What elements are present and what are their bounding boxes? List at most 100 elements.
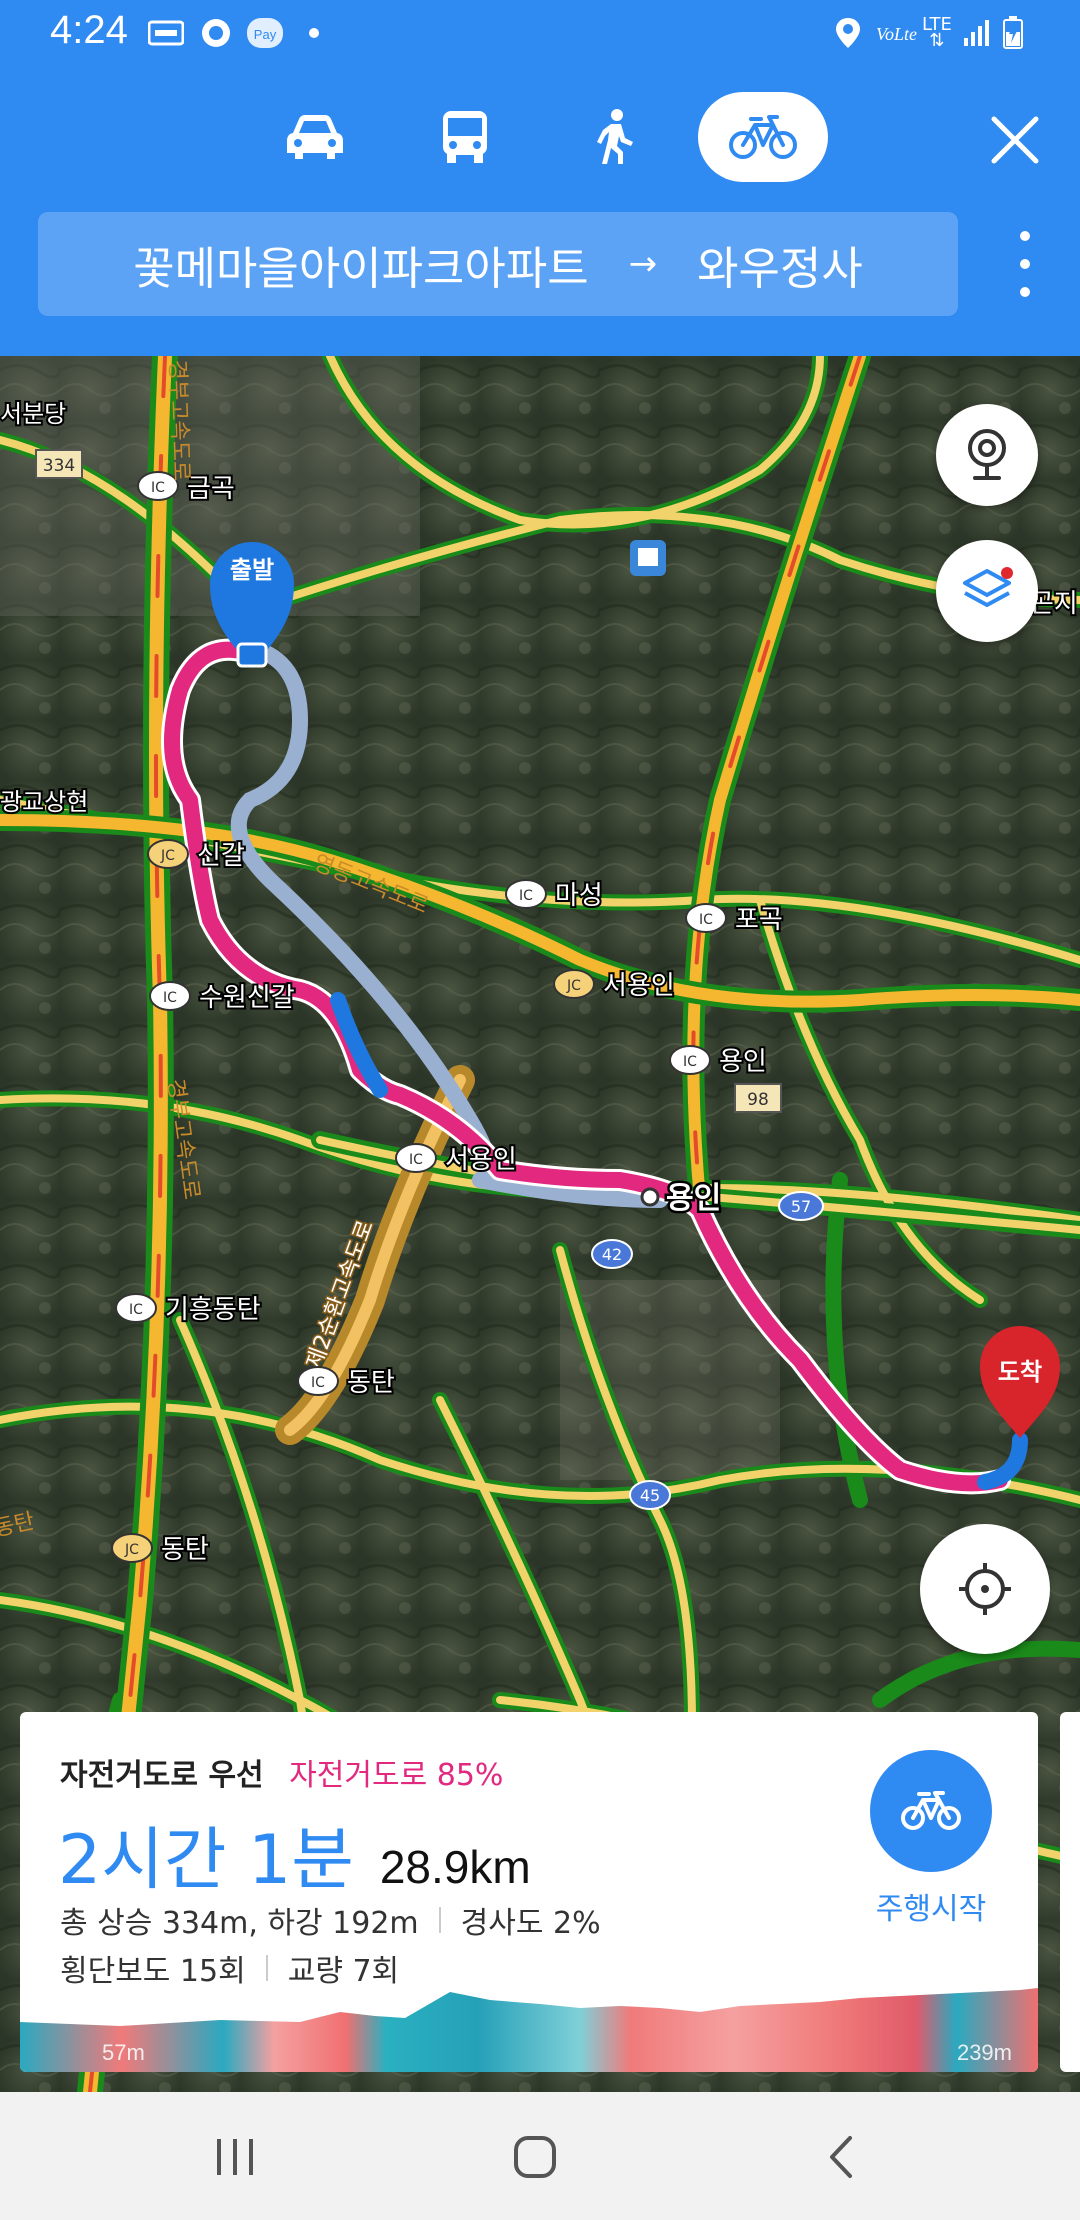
back-button[interactable] — [806, 2122, 876, 2192]
system-nav-bar — [0, 2092, 1080, 2220]
svg-text:IC: IC — [151, 480, 165, 496]
close-icon — [991, 116, 1039, 164]
svg-text:98: 98 — [747, 1090, 769, 1110]
label-gyeongbu-north: 경부고속도로 — [164, 359, 193, 481]
tab-bike[interactable] — [698, 92, 828, 182]
home-button[interactable] — [500, 2122, 570, 2192]
bus-icon — [443, 111, 487, 163]
route-334-shield: 334 — [35, 449, 83, 479]
bike-icon — [901, 1791, 961, 1830]
svg-text:334: 334 — [43, 456, 75, 476]
lte-indicator: LTE ⇅ — [922, 16, 952, 50]
start-ride-label[interactable]: 주행시작 — [840, 1884, 1022, 1928]
jc-seoyongin: JC 서용인 — [553, 969, 677, 1003]
layers-icon — [963, 567, 1013, 607]
svg-text:동탄: 동탄 — [347, 1368, 395, 1398]
svg-text:수원신갈: 수원신갈 — [199, 983, 295, 1013]
top-header: 4:24 Pay VoLte LTE ⇅ 꽃메마을아이파크아파트 → 와우정사 — [0, 0, 1080, 356]
transport-mode-tabs — [0, 92, 1080, 188]
notification-dot-icon — [308, 16, 320, 50]
recent-apps-icon — [217, 2139, 253, 2175]
route-arrow: → — [628, 244, 658, 284]
more-dot — [1020, 231, 1030, 241]
origin-label: 꽃메마을아이파크아파트 — [133, 241, 589, 295]
svg-text:45: 45 — [640, 1486, 660, 1505]
tab-walk[interactable] — [548, 92, 678, 182]
trip-duration: 2시간 1분 — [58, 1821, 354, 1900]
slope: 경사도 2% — [460, 1906, 601, 1941]
divider — [438, 1907, 441, 1933]
status-time: 4:24 — [50, 8, 128, 52]
volte-icon: VoLte — [874, 16, 920, 50]
jc-dongtan: JC 동탄 — [111, 1533, 211, 1567]
route-preference: 자전거도로 우선 — [60, 1758, 264, 1793]
trip-distance: 28.9km — [379, 1841, 531, 1893]
duration-row: 2시간 1분 28.9km — [58, 1804, 531, 1903]
svg-text:용인: 용인 — [719, 1047, 767, 1077]
walk-icon — [597, 109, 633, 164]
svg-text:IC: IC — [129, 1302, 143, 1318]
elevation-row: 총 상승 334m, 하강 192m 경사도 2% — [60, 1898, 601, 1942]
pay-icon: Pay — [246, 16, 284, 50]
label-gwanggyo: 광교상현 — [0, 788, 88, 816]
svg-text:57: 57 — [791, 1197, 811, 1216]
svg-text:JC: JC — [566, 978, 581, 994]
svg-text:42: 42 — [602, 1245, 622, 1264]
ic-suwon-singal: IC 수원신갈 — [149, 981, 297, 1015]
tab-car[interactable] — [250, 92, 380, 182]
start-ride-button[interactable] — [870, 1750, 992, 1872]
svg-text:도착: 도착 — [998, 1358, 1042, 1386]
signal-icon — [962, 16, 992, 50]
ic-dongtan: IC 동탄 — [297, 1366, 397, 1400]
jc-singal: JC 신갈 — [147, 839, 247, 873]
route-summary-card[interactable]: 자전거도로 우선 자전거도로 85% 2시간 1분 28.9km 총 상승 33… — [20, 1712, 1038, 2072]
more-menu-button[interactable] — [1000, 222, 1050, 306]
route-42-shield: 42 — [591, 1239, 633, 1269]
location-pin-icon — [834, 16, 862, 50]
svg-text:출발: 출발 — [230, 556, 274, 584]
label-seobundang: 서분당 — [0, 400, 66, 428]
ic-seoyongin: IC 서용인 — [395, 1143, 519, 1177]
svg-text:IC: IC — [519, 888, 533, 904]
route-57-shield: 57 — [778, 1191, 824, 1221]
ic-pogok: IC 포곡 — [685, 903, 785, 937]
next-card-peek[interactable] — [1060, 1712, 1080, 2072]
ic-yongin: IC 용인 — [669, 1045, 769, 1079]
ic-giheung-dongtan: IC 기흥동탄 — [115, 1293, 263, 1327]
svg-text:신갈: 신갈 — [197, 841, 245, 871]
ic-maseong: IC 마성 — [505, 879, 605, 913]
tab-bus[interactable] — [400, 92, 530, 182]
route-45-shield: 45 — [629, 1480, 671, 1510]
svg-text:IC: IC — [311, 1375, 325, 1391]
svg-text:서용인: 서용인 — [445, 1145, 517, 1175]
svg-text:Pay: Pay — [254, 27, 277, 42]
lte-arrows: ⇅ — [929, 30, 945, 51]
close-button[interactable] — [980, 105, 1050, 175]
cctv-icon — [968, 429, 1006, 480]
home-icon — [514, 2136, 556, 2178]
svg-text:IC: IC — [699, 912, 713, 928]
destination-label: 와우정사 — [697, 241, 863, 295]
route-summary-bar[interactable]: 꽃메마을아이파크아파트 → 와우정사 — [38, 212, 958, 316]
svg-text:JC: JC — [124, 1542, 139, 1558]
bike-icon — [729, 115, 797, 159]
svg-text:용인: 용인 — [666, 1181, 721, 1216]
route-98-shield: 98 — [734, 1083, 782, 1113]
route-preference-row: 자전거도로 우선 자전거도로 85% — [60, 1750, 503, 1794]
svg-text:포곡: 포곡 — [735, 905, 783, 935]
svg-text:기흥동탄: 기흥동탄 — [165, 1295, 261, 1325]
car-icon — [287, 115, 343, 159]
bike-road-percentage: 자전거도로 85% — [289, 1758, 504, 1793]
elevation-max: 239m — [956, 2040, 1012, 2065]
elevation-profile[interactable]: 57m 239m — [20, 1982, 1038, 2072]
bus-stop-marker[interactable] — [630, 540, 666, 576]
svg-text:IC: IC — [683, 1054, 697, 1070]
recent-apps-button[interactable] — [200, 2122, 270, 2192]
elevation-chart — [20, 1988, 1038, 2072]
layers-button[interactable] — [936, 540, 1038, 642]
current-location-button[interactable] — [920, 1524, 1050, 1654]
crosshair-icon — [959, 1563, 1011, 1615]
elevation-min: 57m — [102, 2040, 145, 2065]
cctv-button[interactable] — [936, 404, 1038, 506]
svg-text:동탄: 동탄 — [161, 1535, 209, 1565]
